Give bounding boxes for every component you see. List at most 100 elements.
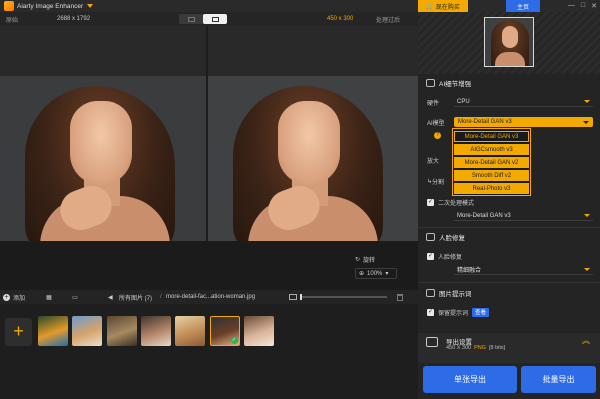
model-select[interactable]: More-Detail GAN v3 xyxy=(454,117,593,127)
model-option[interactable]: More-Detail GAN v2 xyxy=(454,157,529,168)
all-images-link[interactable]: 所有图片 (7) xyxy=(119,293,152,302)
app-menu-chevron-icon[interactable] xyxy=(87,4,94,8)
keep-prompt-row: ✓ 保留提示词 查看 xyxy=(427,307,593,317)
maximize-icon[interactable]: □ xyxy=(581,2,585,10)
model-row: AI模型 More-Detail GAN v3 xyxy=(427,117,593,127)
cart-icon: 🛒 xyxy=(426,3,434,10)
slider-handle[interactable] xyxy=(300,294,302,300)
face-fix-row: ✓ 人脸修复 xyxy=(427,251,593,261)
hardware-value: CPU xyxy=(457,98,470,105)
face-repair-header[interactable]: 人脸修复 xyxy=(418,230,600,244)
original-label: 原始 xyxy=(6,17,19,24)
face-icon xyxy=(426,233,435,241)
thumbnail-sunlit-portrait[interactable] xyxy=(175,316,206,346)
keep-prompt-checkbox[interactable]: ✓ xyxy=(427,308,434,316)
selected-check-icon: ✓ xyxy=(230,337,238,344)
window-controls: — □ ✕ xyxy=(568,2,597,10)
zoom-select[interactable]: ⊕ 100% ▾ xyxy=(355,268,397,279)
buy-label: 现在购买 xyxy=(435,4,460,11)
image-prompt-header[interactable]: 图片提示词 xyxy=(418,286,600,300)
model-option[interactable]: Real-Photo v3 xyxy=(454,183,529,194)
breadcrumb-separator: / xyxy=(160,294,162,300)
second-pass-label: 二次处理模式 xyxy=(438,200,475,207)
model-option[interactable]: Smooth Diff v2 xyxy=(454,170,529,181)
model-label: AI模型 xyxy=(427,120,445,127)
upscale-label: 放大 xyxy=(427,158,440,165)
thumbnail-size-slider[interactable] xyxy=(300,294,387,300)
trash-icon[interactable] xyxy=(397,293,403,301)
image-preview[interactable] xyxy=(0,26,418,241)
chevron-down-icon xyxy=(584,100,590,103)
add-images-button[interactable]: + 添加 xyxy=(3,293,25,302)
export-settings[interactable]: 导出设置 450 X 300 PNG [8 bits] ︽ xyxy=(418,333,600,363)
zoom-value: 100% xyxy=(367,270,383,277)
ai-detail-header[interactable]: AI细节增强 xyxy=(418,76,600,90)
original-image xyxy=(0,76,206,241)
ai-chip-icon xyxy=(426,79,435,87)
preview-thumbnail-area xyxy=(418,12,600,74)
side-by-side-view-button[interactable] xyxy=(203,14,227,24)
face-fix-label: 人脸修复 xyxy=(438,254,463,261)
second-pass-checkbox[interactable]: ✓ xyxy=(427,198,434,206)
partial-label: 分割 xyxy=(432,179,445,186)
current-image-thumbnail xyxy=(484,17,534,67)
compare-bar: 原始 2688 x 1792 450 x 300 处理过后 xyxy=(0,12,418,26)
thumbnail-bride-portrait[interactable] xyxy=(243,316,274,346)
face-repair-title: 人脸修复 xyxy=(439,235,465,242)
face-fix-checkbox[interactable]: ✓ xyxy=(427,252,434,260)
thumbnail-wildlife-cub[interactable] xyxy=(106,316,137,346)
model-option[interactable]: More-Detail GAN v3 xyxy=(454,131,529,142)
buy-now-button[interactable]: 🛒 现在购买 xyxy=(418,0,468,12)
title-bar: Aiarty Image Enhancer xyxy=(0,0,418,12)
face-mode-select[interactable]: 精细融合 xyxy=(454,265,593,275)
back-arrow-icon[interactable]: ◀ xyxy=(108,294,113,301)
thumbnail-couple-portrait[interactable] xyxy=(140,316,171,346)
model-dropdown: More-Detail GAN v3 AIGCsmooth v3 More-Deta… xyxy=(452,128,531,196)
thumbnail-sky-landscape[interactable] xyxy=(72,316,103,346)
hardware-label: 硬件 xyxy=(427,100,440,107)
hardware-select[interactable]: CPU xyxy=(454,97,593,107)
minimize-icon[interactable]: — xyxy=(568,2,575,10)
double-chevron-up-icon[interactable]: ︽ xyxy=(582,337,590,345)
thumbnail-colorful-bird[interactable] xyxy=(38,316,68,346)
export-monitor-icon xyxy=(426,337,438,347)
keep-prompt-label: 保留提示词 xyxy=(438,310,469,317)
thumbnail-strip: + ✓ xyxy=(0,304,418,399)
image-prompt-title: 图片提示词 xyxy=(439,291,472,298)
ai-detail-title: AI细节增强 xyxy=(439,81,472,88)
export-meta: 450 X 300 PNG [8 bits] xyxy=(446,345,505,351)
model-value: More-Detail GAN v3 xyxy=(458,119,512,125)
model-option[interactable]: AIGCsmooth v3 xyxy=(454,144,529,155)
split-view-button[interactable] xyxy=(179,14,203,24)
second-pass-model-select[interactable]: More-Detail GAN v3 xyxy=(454,211,593,221)
second-pass-model-value: More-Detail GAN v3 xyxy=(457,212,511,219)
help-icon[interactable]: ? xyxy=(434,132,441,139)
batch-export-button[interactable]: 批量导出 xyxy=(521,366,596,393)
single-export-button[interactable]: 单张导出 xyxy=(423,366,517,393)
view-mode-toggle[interactable] xyxy=(179,14,227,24)
image-size-icon xyxy=(289,294,297,300)
close-icon[interactable]: ✕ xyxy=(591,2,597,10)
split-view-icon xyxy=(187,16,195,22)
rotate-icon: ↻ xyxy=(355,256,361,263)
face-mode-value: 精细融合 xyxy=(457,268,482,274)
second-pass-model-row: More-Detail GAN v3 xyxy=(427,211,593,221)
grid-view-icon[interactable]: ▦ xyxy=(42,293,56,302)
rotate-button[interactable]: ↻ 旋转 xyxy=(355,254,389,264)
hardware-row: 硬件 CPU xyxy=(427,97,593,107)
add-label: 添加 xyxy=(13,295,26,302)
second-pass-row: ✓ 二次处理模式 xyxy=(427,197,593,207)
thumbnail-curly-woman[interactable]: ✓ xyxy=(209,316,240,346)
rotate-label: 旋转 xyxy=(363,257,376,264)
view-prompt-button[interactable]: 查看 xyxy=(472,307,490,317)
chevron-down-icon xyxy=(584,214,590,217)
add-image-button[interactable]: + xyxy=(5,318,32,346)
chevron-down-icon xyxy=(584,268,590,271)
home-button[interactable]: 主页 xyxy=(506,0,540,12)
export-bits: [8 bits] xyxy=(489,345,506,351)
side-by-side-icon xyxy=(211,16,219,22)
chevron-down-icon: ▾ xyxy=(385,271,389,277)
filmstrip-view-icon[interactable]: ▭ xyxy=(68,293,82,302)
chevron-down-icon xyxy=(583,121,589,124)
image-prompt-icon xyxy=(426,289,435,297)
